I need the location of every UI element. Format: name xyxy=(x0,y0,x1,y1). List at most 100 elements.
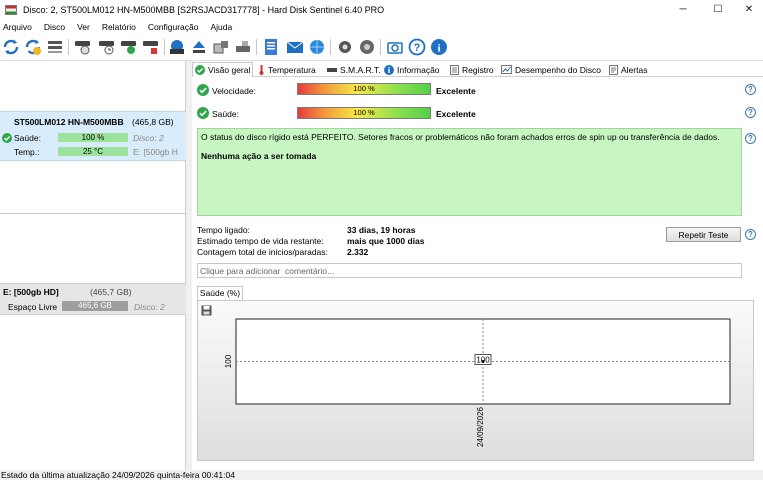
info-icon[interactable]: i xyxy=(430,38,448,56)
speed-label: Velocidade: xyxy=(212,86,256,96)
menu-configuracao[interactable]: Configuração xyxy=(148,22,199,32)
disk-globe-icon[interactable] xyxy=(168,38,186,56)
toolbar-separator xyxy=(256,39,257,55)
volume-name: E: [500gb HD] xyxy=(3,287,59,297)
comment-field[interactable] xyxy=(197,263,742,278)
starts-value: 2.332 xyxy=(347,247,369,257)
menu-bar: Arquivo Disco Ver Relatório Configuração… xyxy=(0,19,763,34)
tab-info-label: Informação xyxy=(397,64,440,75)
disk-volume-ref: E: [500gb H xyxy=(133,147,178,157)
tab-info[interactable]: Informação xyxy=(382,62,440,77)
tab-log[interactable]: Registro xyxy=(448,62,494,77)
help-icon[interactable]: ? xyxy=(408,38,426,56)
lifetime-label: Estimado tempo de vida restante: xyxy=(197,236,324,246)
volume-size: (465,7 GB) xyxy=(90,287,132,297)
health-chart: 100 24/09/2026 100 xyxy=(224,318,731,447)
tab-health-chart[interactable]: Saúde (%) xyxy=(197,286,243,300)
tab-overview-label: Visão geral xyxy=(208,65,251,75)
minimize-button[interactable]: ─ xyxy=(663,0,703,19)
free-space-bar: 465,6 GB xyxy=(62,301,128,311)
menu-ver[interactable]: Ver xyxy=(77,22,90,32)
disk-schedule-icon[interactable] xyxy=(98,38,116,56)
disk-name: ST500LM012 HN-M500MBB xyxy=(14,117,124,127)
repeat-test-button[interactable]: Repetir Teste xyxy=(666,227,741,242)
screenshot-camera-icon[interactable] xyxy=(386,38,404,56)
disk-health-label: Saúde: xyxy=(14,133,41,143)
report-icon[interactable] xyxy=(262,38,280,56)
menu-disco[interactable]: Disco xyxy=(44,22,65,32)
disk-health-bar: 100 % xyxy=(58,133,128,142)
app-flag-icon xyxy=(5,4,17,15)
tab-smart[interactable]: S.M.A.R.T. xyxy=(325,62,381,77)
title-bar: Disco: 2, ST500LM012 HN-M500MBB [S2RSJAC… xyxy=(0,0,763,19)
disk-ok-icon[interactable] xyxy=(120,38,138,56)
info-small-icon xyxy=(384,64,394,75)
health-label: Saúde: xyxy=(212,109,239,119)
log-icon xyxy=(450,64,459,75)
tab-performance[interactable]: Desempenho do Disco xyxy=(499,62,601,77)
speed-result: Excelente xyxy=(436,86,476,96)
chart-icon xyxy=(501,65,512,74)
panel-divider xyxy=(0,213,186,214)
power-on-label: Tempo ligado: xyxy=(197,225,250,235)
settings-gear-icon[interactable] xyxy=(336,38,354,56)
tab-alerts-label: Alertas xyxy=(621,64,648,75)
menu-arquivo[interactable]: Arquivo xyxy=(3,22,32,32)
data-point xyxy=(481,360,485,363)
health-help-icon[interactable]: ? xyxy=(745,107,756,118)
alerts-icon xyxy=(609,64,618,75)
drive-tools-icon[interactable] xyxy=(234,38,252,56)
close-button[interactable]: ✕ xyxy=(729,0,763,19)
toolbar-separator xyxy=(68,39,69,55)
tab-bar: Visão geral Temperatura S.M.A.R.T. Infor… xyxy=(192,61,763,77)
tab-performance-label: Desempenho do Disco xyxy=(515,64,601,75)
tab-overview[interactable]: Visão geral xyxy=(192,62,253,77)
speed-help-icon[interactable]: ? xyxy=(745,84,756,95)
menu-ajuda[interactable]: Ajuda xyxy=(210,22,232,32)
eject-icon[interactable] xyxy=(190,38,208,56)
check-icon xyxy=(195,65,205,75)
speed-ok-icon xyxy=(197,84,209,96)
lifetime-value: mais que 1000 dias xyxy=(347,236,425,246)
disk-test-icon[interactable] xyxy=(74,38,92,56)
disk-number: Disco: 2 xyxy=(133,133,164,143)
tab-log-label: Registro xyxy=(462,64,494,75)
data-label: 100 xyxy=(476,356,490,365)
disk-card-selected[interactable]: ST500LM012 HN-M500MBB (465,8 GB) Saúde: … xyxy=(0,111,186,161)
status-help-icon[interactable]: ? xyxy=(745,133,756,144)
email-icon[interactable] xyxy=(286,38,304,56)
status-message-box: O status do disco rígido está PERFEITO. … xyxy=(197,128,742,216)
status-ok-icon xyxy=(2,133,12,143)
health-bar: 100 % xyxy=(297,107,431,119)
sound-icon[interactable] xyxy=(358,38,376,56)
refresh-icon[interactable] xyxy=(2,38,20,56)
svg-text:?: ? xyxy=(414,42,421,54)
power-on-value: 33 dias, 19 horas xyxy=(347,225,416,235)
health-ok-icon xyxy=(197,107,209,119)
tab-smart-label: S.M.A.R.T. xyxy=(340,64,381,75)
disk-alert-icon[interactable] xyxy=(142,38,160,56)
disk-list-icon[interactable] xyxy=(46,38,64,56)
health-chart-area: 100 24/09/2026 100 xyxy=(197,300,754,461)
free-space-label: Espaço Livre xyxy=(8,302,58,312)
window-title: Disco: 2, ST500LM012 HN-M500MBB [S2RSJAC… xyxy=(23,4,385,15)
menu-relatorio[interactable]: Relatório xyxy=(102,22,136,32)
disk-list-panel: ST500LM012 HN-M500MBB (465,8 GB) Saúde: … xyxy=(0,61,186,470)
tab-temperature[interactable]: Temperatura xyxy=(256,62,316,77)
toolbar-separator xyxy=(164,39,165,55)
y-tick-label: 100 xyxy=(224,354,233,368)
test-help-icon[interactable]: ? xyxy=(745,229,756,240)
network-globe-icon[interactable] xyxy=(308,38,326,56)
recommended-action: Nenhuma ação a ser tomada xyxy=(201,151,317,161)
toolbar: ? i xyxy=(0,34,763,61)
overview-panel: Visão geral Temperatura S.M.A.R.T. Infor… xyxy=(192,61,763,470)
hardware-icon[interactable] xyxy=(212,38,230,56)
volume-card[interactable]: E: [500gb HD] (465,7 GB) Espaço Livre 46… xyxy=(0,283,186,315)
disk-temp-bar: 25 °C xyxy=(58,147,128,156)
disk-temp-label: Temp.: xyxy=(14,147,40,157)
tab-alerts[interactable]: Alertas xyxy=(607,62,647,77)
refresh-all-icon[interactable] xyxy=(24,38,42,56)
toolbar-separator xyxy=(380,39,381,55)
volume-disk-number: Disco: 2 xyxy=(134,302,165,312)
health-result: Excelente xyxy=(436,109,476,119)
